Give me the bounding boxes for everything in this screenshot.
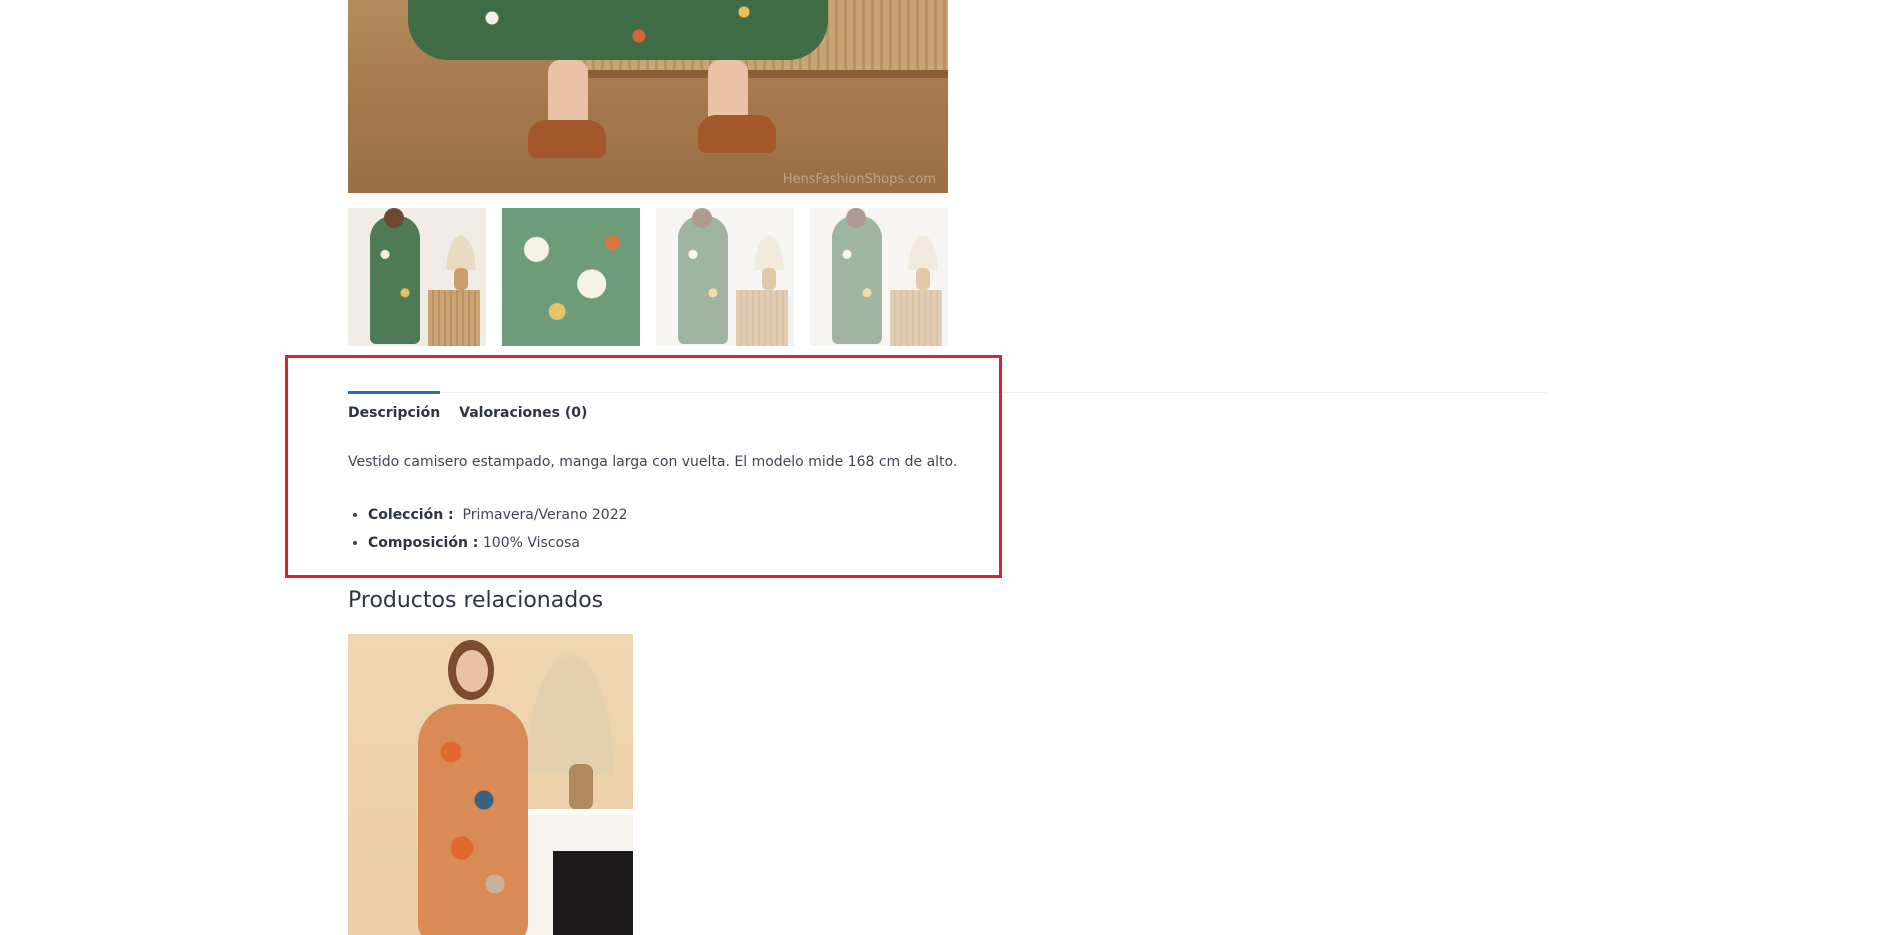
cabinet [428, 290, 480, 346]
shoe-left [528, 120, 606, 158]
thumbnail-gallery [348, 208, 948, 346]
dress-hem [408, 0, 828, 60]
pampas-grass [752, 230, 786, 270]
cabinet [890, 290, 942, 346]
dress-figure [832, 216, 882, 344]
model-dress [418, 704, 528, 935]
model-head [846, 208, 866, 228]
thumbnail-2[interactable] [502, 208, 640, 346]
thumbnail-4[interactable] [810, 208, 948, 346]
attribute-value: 100% Viscosa [482, 535, 580, 551]
pampas-grass [906, 230, 940, 270]
product-description: Vestido camisero estampado, manga larga … [348, 454, 958, 470]
dress-closeup [502, 208, 640, 346]
fireplace [553, 851, 633, 935]
vase [916, 268, 930, 290]
vase [762, 268, 776, 290]
attribute-item-coleccion: Colección : Primavera/Verano 2022 [368, 505, 628, 533]
pampas-grass [444, 230, 478, 270]
vase [569, 764, 593, 810]
tab-descripcion[interactable]: Descripción [348, 391, 441, 421]
attribute-key: Colección : [368, 507, 454, 523]
model-head [384, 208, 404, 228]
model-face [456, 650, 488, 692]
product-tabs: Descripción Valoraciones (0) [348, 391, 587, 421]
image-watermark: HensFashionShops.com [782, 172, 936, 187]
thumbnail-1[interactable] [348, 208, 486, 346]
attribute-value: Primavera/Verano 2022 [462, 507, 628, 523]
cabinet [736, 290, 788, 346]
vase [454, 268, 468, 290]
dress-figure [678, 216, 728, 344]
attribute-key: Composición : [368, 535, 479, 551]
shoe-right [698, 115, 776, 153]
attribute-item-composicion: Composición : 100% Viscosa [368, 533, 628, 561]
dress-figure [370, 216, 420, 344]
pampas-grass [515, 634, 625, 775]
related-products-title: Productos relacionados [348, 588, 604, 613]
main-product-image[interactable]: HensFashionShops.com [348, 0, 948, 193]
thumbnail-3[interactable] [656, 208, 794, 346]
related-product-image[interactable] [348, 634, 633, 935]
tab-valoraciones[interactable]: Valoraciones (0) [459, 392, 587, 421]
model-head [692, 208, 712, 228]
product-attributes-list: Colección : Primavera/Verano 2022 Compos… [348, 505, 628, 561]
